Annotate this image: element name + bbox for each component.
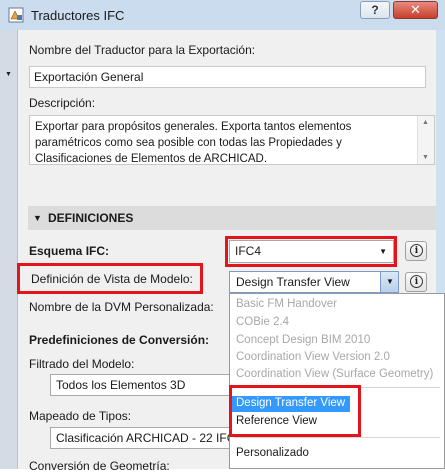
help-button[interactable]: ? (360, 1, 390, 19)
description-scrollbar[interactable]: ▲ ▼ (417, 116, 434, 164)
mvd-label-highlight-box (17, 263, 203, 294)
title-bar: Traductores IFC ? ✕ (0, 0, 445, 30)
description-textarea[interactable]: Exportar para propósitos generales. Expo… (29, 115, 435, 165)
chevron-down-icon: ▼ (386, 277, 394, 286)
collapse-triangle-icon: ▼ (33, 213, 42, 223)
mvd-option: Concept Design BIM 2010 (236, 334, 371, 346)
mvd-option: COBie 2.4 (236, 316, 290, 328)
collapse-arrow-icon[interactable]: ▼ (5, 71, 12, 78)
custom-mvd-name-label: Nombre de la DVM Personalizada: (29, 300, 214, 314)
schema-highlight-box (225, 236, 397, 267)
description-text: Exportar para propósitos generales. Expo… (35, 121, 352, 165)
mvd-info-button[interactable]: i (405, 272, 427, 292)
type-mapping-select[interactable]: Clasificación ARCHICAD - 22 IFC4 (50, 427, 242, 449)
mvd-dropdown-list: Basic FM Handover COBie 2.4 Concept Desi… (229, 293, 445, 469)
mvd-option: Basic FM Handover (236, 298, 337, 310)
export-name-label: Nombre del Traductor para la Exportación… (29, 43, 256, 57)
window-title: Traductores IFC (31, 8, 125, 23)
mvd-dropdown-button[interactable]: ▼ (380, 272, 398, 292)
definitions-title: DEFINICIONES (48, 211, 134, 225)
conversion-presets-title: Predefiniciones de Conversión: (29, 333, 210, 347)
model-filter-label: Filtrado del Modelo: (29, 357, 135, 371)
mvd-select[interactable]: Design Transfer View ▼ (229, 271, 399, 293)
ifc-translators-window: Traductores IFC ? ✕ ▼ Nombre del Traduct… (0, 0, 445, 473)
mvd-option-custom[interactable]: Personalizado (236, 447, 309, 459)
ifc-schema-label: Esquema IFC: (29, 244, 110, 258)
side-panel-strip: ▼ (0, 30, 18, 469)
type-mapping-label: Mapeado de Tipos: (29, 409, 132, 423)
info-icon: i (410, 275, 423, 288)
geometry-conversion-label: Conversión de Geometría: (29, 459, 170, 473)
app-icon (8, 7, 24, 23)
ifc-schema-info-button[interactable]: i (405, 241, 427, 261)
export-name-input[interactable]: Exportación General (29, 66, 426, 88)
definitions-section-header[interactable]: ▼ DEFINICIONES (28, 206, 436, 230)
info-icon: i (410, 244, 423, 257)
options-highlight-box (229, 385, 361, 437)
scroll-up-icon[interactable]: ▲ (422, 119, 429, 126)
mvd-select-value: Design Transfer View (236, 275, 350, 289)
close-button[interactable]: ✕ (393, 1, 438, 19)
mvd-option: Coordination View Version 2.0 (236, 351, 390, 363)
mvd-option: Coordination View (Surface Geometry) (236, 368, 434, 380)
model-filter-select[interactable]: Todos los Elementos 3D (50, 374, 235, 396)
description-label: Descripción: (29, 96, 96, 110)
scroll-down-icon[interactable]: ▼ (422, 154, 429, 161)
dropdown-separator (234, 437, 440, 438)
